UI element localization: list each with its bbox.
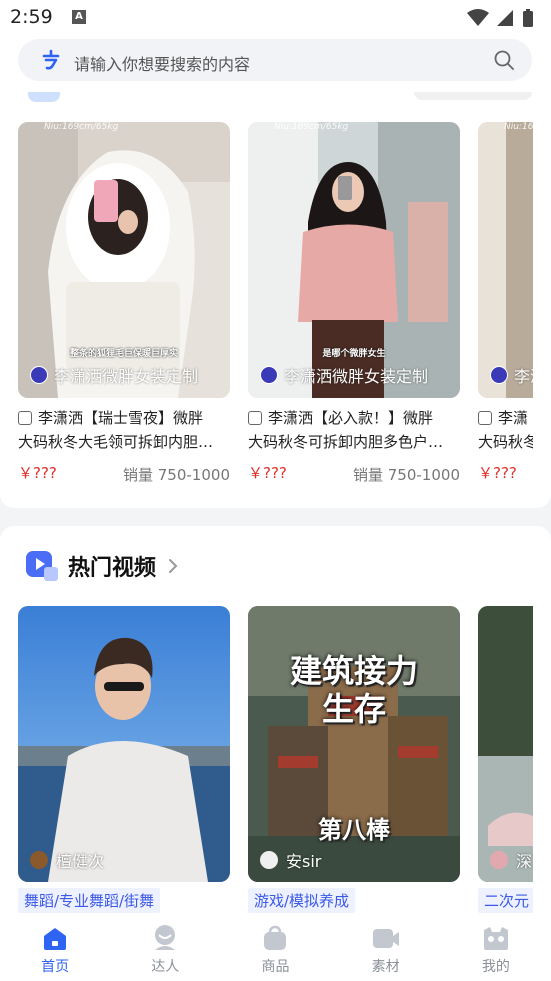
shop-name: 李潇洒微胖女装定制 [284,367,429,386]
video-thumbnail[interactable]: 建筑接力 生存 第八棒 安sir [248,606,460,882]
creator-label: 深 [490,848,532,872]
product-tag-icon [478,411,492,425]
product-card[interactable]: Niu:169cm/65kg 是哪个微胖女生 李潇洒微胖女装定制 李潇洒【必入款… [248,122,460,492]
search-bar[interactable]: 请输入你想要搜索的内容 [18,39,532,81]
search-header: 请输入你想要搜索的内容 [0,36,551,86]
tab-label: 我的 [481,959,510,975]
talent-icon [155,925,176,950]
product-title-line1: 李潇洒【必入款！】微胖 [268,409,434,427]
shop-name: 李潇洒微胖女装定制 [54,367,199,386]
video-thumbnail[interactable]: 深 [478,606,533,882]
shop-label: 李潇洒微胖女装定制 [260,364,428,386]
status-bar: 2:59 A [0,0,551,36]
product-price: ￥??? [248,464,287,482]
product-title-line1: 李潇洒【瑞士雪夜】微胖 [38,409,204,427]
creator-name: 安sir [286,852,322,871]
product-image[interactable]: Niu:169cm 李潇 [478,122,533,398]
creator-name: 檀健次 [56,852,105,871]
product-title[interactable]: 李潇洒【必入款！】微胖 大码秋冬可拆卸内胆多色户… [248,406,460,454]
video-overlay-title: 生存 [321,690,386,728]
category-tag[interactable]: 二次元 [478,888,533,913]
video-card[interactable]: 檀健次 舞蹈/专业舞蹈/街舞 [18,606,230,916]
section-title: 热门视频 [68,556,157,581]
product-card[interactable]: Niu:169cm/65kg 整条的狐狸毛巨保暖巨厚实 李潇洒微胖女装定制 李潇… [18,122,230,492]
video-caption: 整条的狐狸毛巨保暖巨厚实 [69,349,178,359]
notification-icon: A [72,10,86,24]
tab-talent[interactable]: 达人 [110,916,220,981]
creator-avatar [260,851,278,869]
search-input[interactable]: 请输入你想要搜索的内容 [74,51,250,75]
creator-label: 檀健次 [30,848,104,872]
battery-icon [523,11,533,27]
shop-name: 李潇 [514,367,533,386]
tab-label: 达人 [151,959,180,975]
product-title-line1: 李潇 [498,409,529,427]
status-time: 2:59 [10,6,53,28]
signal-battery-icons [467,9,533,27]
hot-videos-section: 热门视频 檀健次 舞蹈/专业舞蹈/街舞 建筑接力 生存 第八棒 安sir 游戏/… [0,526,551,916]
product-title[interactable]: 李潇洒【瑞士雪夜】微胖 大码秋冬大毛领可拆卸内胆… [18,406,230,454]
creator-label: 安sir [260,848,321,872]
bottom-tab-bar: 首页 达人 商品 素材 我的 [0,916,551,981]
watermark-text: Niu:169cm [504,122,533,132]
section-header-peek [28,92,60,102]
shop-label: 李潇洒微胖女装定制 [30,364,198,386]
app-logo-icon [42,49,60,70]
product-title-line2: 大码秋冬可拆卸内胆多色户… [248,433,444,451]
video-caption: 是哪个微胖女生 [322,349,386,359]
section-header-peek [414,92,532,100]
home-icon [44,928,67,950]
tab-profile[interactable]: 我的 [441,916,551,981]
creator-avatar [30,851,48,869]
tab-label: 首页 [41,959,70,975]
category-tag[interactable]: 舞蹈/专业舞蹈/街舞 [18,888,161,913]
watermark-text: Niu:169cm/65kg [44,122,119,132]
shop-avatar [30,366,48,384]
profile-icon [483,927,508,950]
product-card[interactable]: Niu:169cm 李潇 李潇 大码秋冬 ￥??? [478,122,533,492]
product-image[interactable]: Niu:169cm/65kg 整条的狐狸毛巨保暖巨厚实 李潇洒微胖女装定制 [18,122,230,398]
video-card[interactable]: 深 二次元 [478,606,533,916]
video-thumbnail[interactable]: 檀健次 [18,606,230,882]
cell-signal-icon [497,10,513,26]
product-title[interactable]: 李潇 大码秋冬 [478,406,533,454]
tab-goods[interactable]: 商品 [220,916,330,981]
watermark-text: Niu:169cm/65kg [274,122,349,132]
wifi-icon [467,9,489,26]
tab-label: 素材 [371,959,400,975]
material-video-icon [372,929,399,948]
product-sales: 销量 750-1000 [123,466,230,484]
search-icon[interactable] [494,50,514,70]
product-title-line2: 大码秋冬 [478,433,533,451]
product-tag-icon [18,411,32,425]
product-price: ￥??? [478,464,517,482]
product-image[interactable]: Niu:169cm/65kg 是哪个微胖女生 李潇洒微胖女装定制 [248,122,460,398]
tab-material[interactable]: 素材 [331,916,441,981]
product-section: Niu:169cm/65kg 整条的狐狸毛巨保暖巨厚实 李潇洒微胖女装定制 李潇… [0,86,551,508]
video-photo [478,606,533,882]
shop-avatar [490,366,508,384]
video-play-icon [26,551,58,581]
creator-avatar [490,851,508,869]
chevron-right-icon[interactable] [168,558,178,574]
product-sales: 销量 750-1000 [353,466,460,484]
section-header[interactable]: 热门视频 [26,550,178,582]
goods-bag-icon [264,925,287,950]
video-photo [18,606,230,882]
video-overlay-subtitle: 第八棒 [318,816,390,844]
tab-home[interactable]: 首页 [0,916,110,981]
category-tag[interactable]: 游戏/模拟养成 [248,888,356,913]
shop-label: 李潇 [490,364,533,386]
creator-name: 深 [516,852,533,871]
tab-label: 商品 [261,959,290,975]
product-tag-icon [248,411,262,425]
product-price: ￥??? [18,464,57,482]
product-title-line2: 大码秋冬大毛领可拆卸内胆… [18,433,214,451]
product-photo [478,122,533,398]
video-card[interactable]: 建筑接力 生存 第八棒 安sir 游戏/模拟养成 [248,606,460,916]
shop-avatar [260,366,278,384]
